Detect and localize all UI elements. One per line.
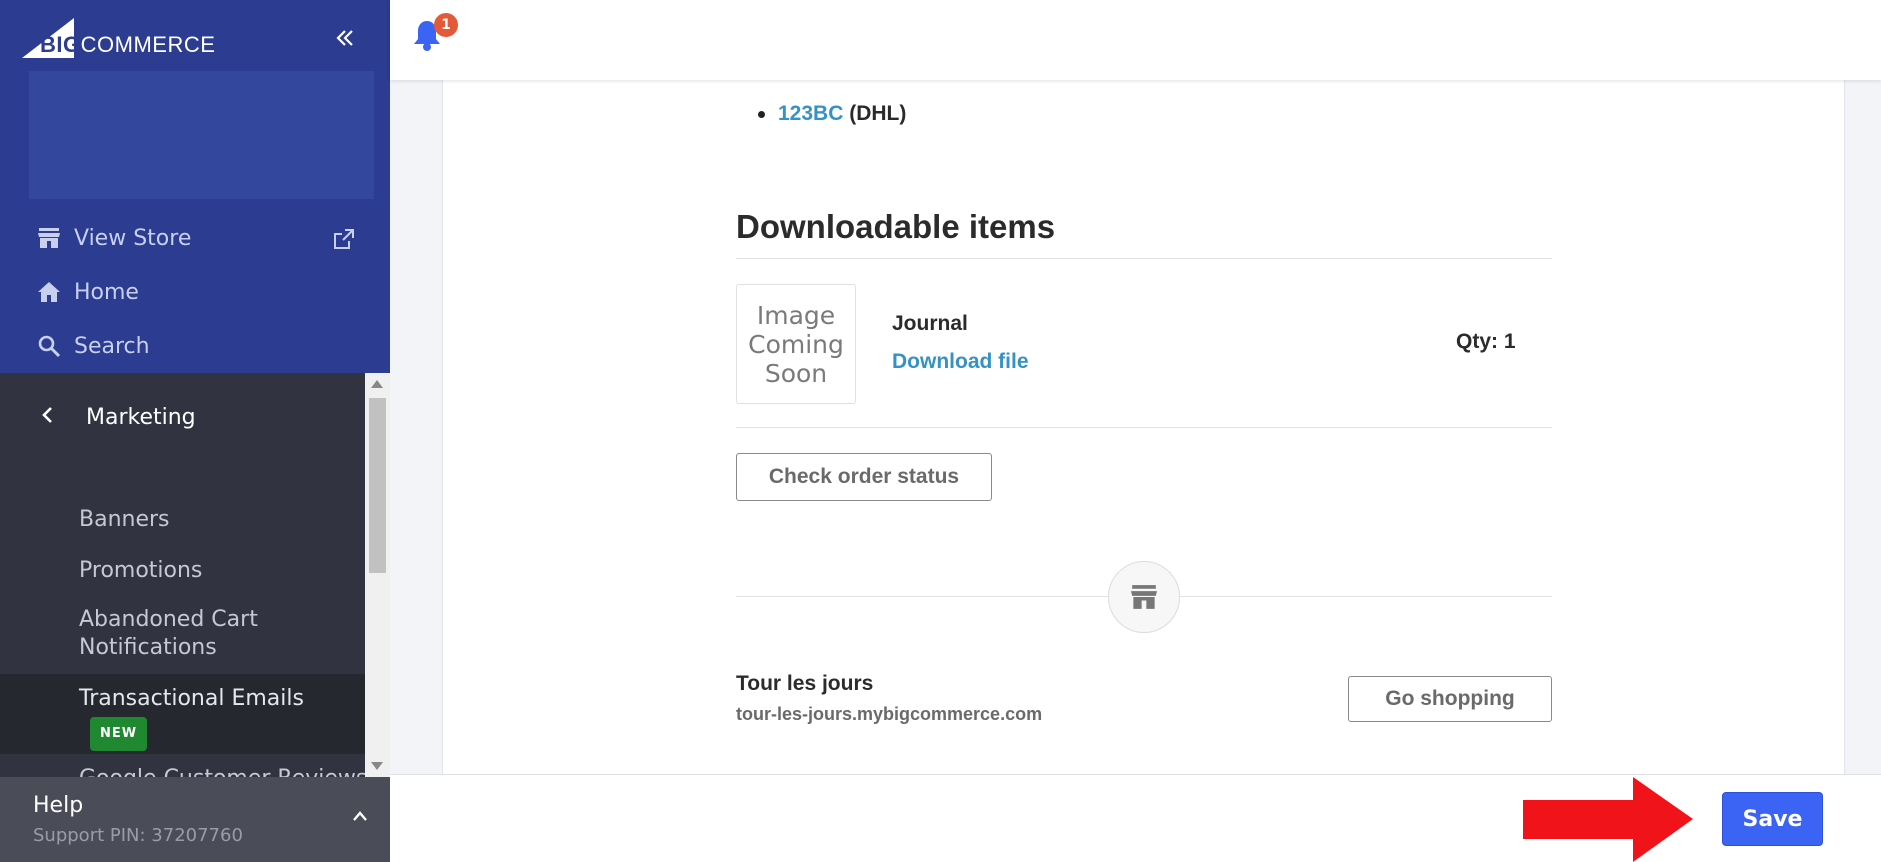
store-url: tour-les-jours.mybigcommerce.com (736, 704, 1043, 724)
search-link[interactable]: Search (36, 328, 150, 364)
downloadable-items-heading: Downloadable items (736, 208, 1056, 245)
storefront-icon (1131, 585, 1157, 609)
chevron-left-icon (40, 405, 58, 430)
store-name: Tour les jours (736, 672, 874, 695)
product-name: Journal (892, 312, 968, 335)
view-store-label: View Store (74, 225, 192, 251)
home-label: Home (74, 279, 139, 305)
view-store-link[interactable]: View Store (36, 220, 191, 256)
search-label: Search (74, 333, 150, 359)
divider (736, 258, 1552, 259)
bigcommerce-logo[interactable]: BIGCOMMERCE (22, 18, 215, 58)
transactional-emails-label: Transactional Emails (79, 686, 304, 711)
support-pin: Support PIN: 37207760 (33, 825, 243, 846)
marketing-menu: Marketing Banners Promotions Abandoned C… (0, 373, 365, 777)
tracking-item: 123BC (DHL) (758, 102, 907, 126)
top-bar: 1 (390, 0, 1881, 80)
menu-item-promotions[interactable]: Promotions (79, 557, 202, 585)
help-title: Help (33, 793, 84, 818)
save-button[interactable]: Save (1722, 792, 1823, 846)
sidebar-scrollbar[interactable] (365, 373, 390, 777)
scroll-thumb[interactable] (369, 398, 386, 573)
store-logo-area[interactable] (29, 71, 374, 199)
menu-item-banners[interactable]: Banners (79, 506, 170, 534)
external-link-icon[interactable] (333, 228, 355, 250)
chevron-up-icon[interactable] (352, 803, 368, 827)
logo-text-big: BIG (40, 32, 81, 57)
scroll-down-arrow-icon[interactable] (371, 762, 383, 770)
sidebar-header: BIGCOMMERCE View Store Home Search (0, 0, 390, 373)
home-link[interactable]: Home (36, 274, 139, 310)
logo-text-commerce: COMMERCE (80, 32, 216, 57)
divider (736, 427, 1552, 428)
search-icon (36, 333, 62, 359)
menu-item-google-reviews[interactable]: Google Customer Reviews (79, 765, 365, 777)
check-order-status-button[interactable]: Check order status (736, 453, 992, 501)
scroll-up-arrow-icon[interactable] (371, 380, 383, 388)
marketing-label: Marketing (86, 405, 196, 430)
help-panel[interactable]: Help Support PIN: 37207760 (0, 777, 390, 862)
notification-count-badge: 1 (434, 13, 458, 37)
red-arrow-annotation (1523, 777, 1693, 862)
product-qty: Qty: 1 (1456, 330, 1516, 353)
tracking-number-link[interactable]: 123BC (778, 102, 843, 125)
double-chevron-left-icon (336, 30, 353, 46)
storefront-icon (36, 225, 62, 251)
sidebar: BIGCOMMERCE View Store Home Search Marke… (0, 0, 390, 862)
go-shopping-button[interactable]: Go shopping (1348, 676, 1552, 722)
email-preview: 123BC (DHL) Downloadable items Image Com… (442, 72, 1845, 774)
collapse-sidebar-button[interactable] (330, 24, 360, 54)
bullet-dot (758, 111, 765, 118)
menu-item-abandoned-cart[interactable]: Abandoned Cart Notifications (79, 606, 299, 662)
store-icon-circle (1108, 561, 1180, 633)
marketing-back-button[interactable]: Marketing (40, 405, 196, 430)
menu-item-transactional-emails[interactable]: Transactional Emails NEW (0, 674, 365, 754)
home-icon (36, 279, 62, 305)
download-file-link[interactable]: Download file (892, 350, 1029, 374)
new-badge: NEW (90, 717, 148, 751)
product-thumbnail: Image Coming Soon (736, 284, 856, 404)
tracking-carrier: (DHL) (849, 102, 907, 125)
